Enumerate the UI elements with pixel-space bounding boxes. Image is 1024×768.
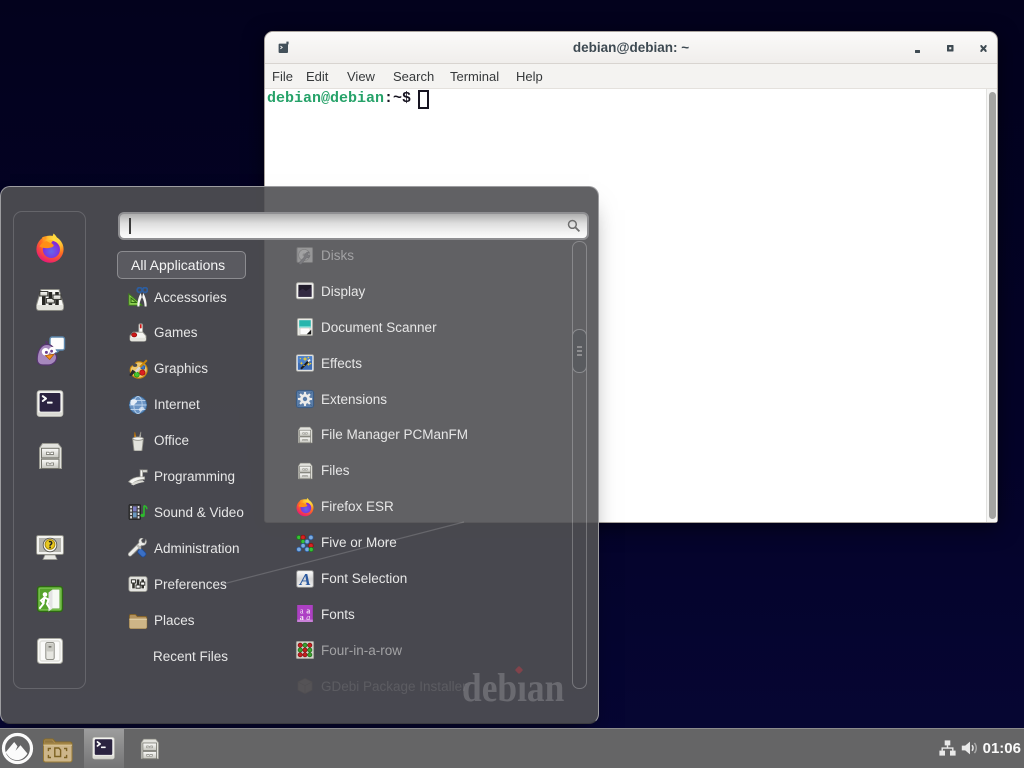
svg-text:a: a	[300, 614, 304, 623]
svg-text:a: a	[306, 614, 310, 623]
